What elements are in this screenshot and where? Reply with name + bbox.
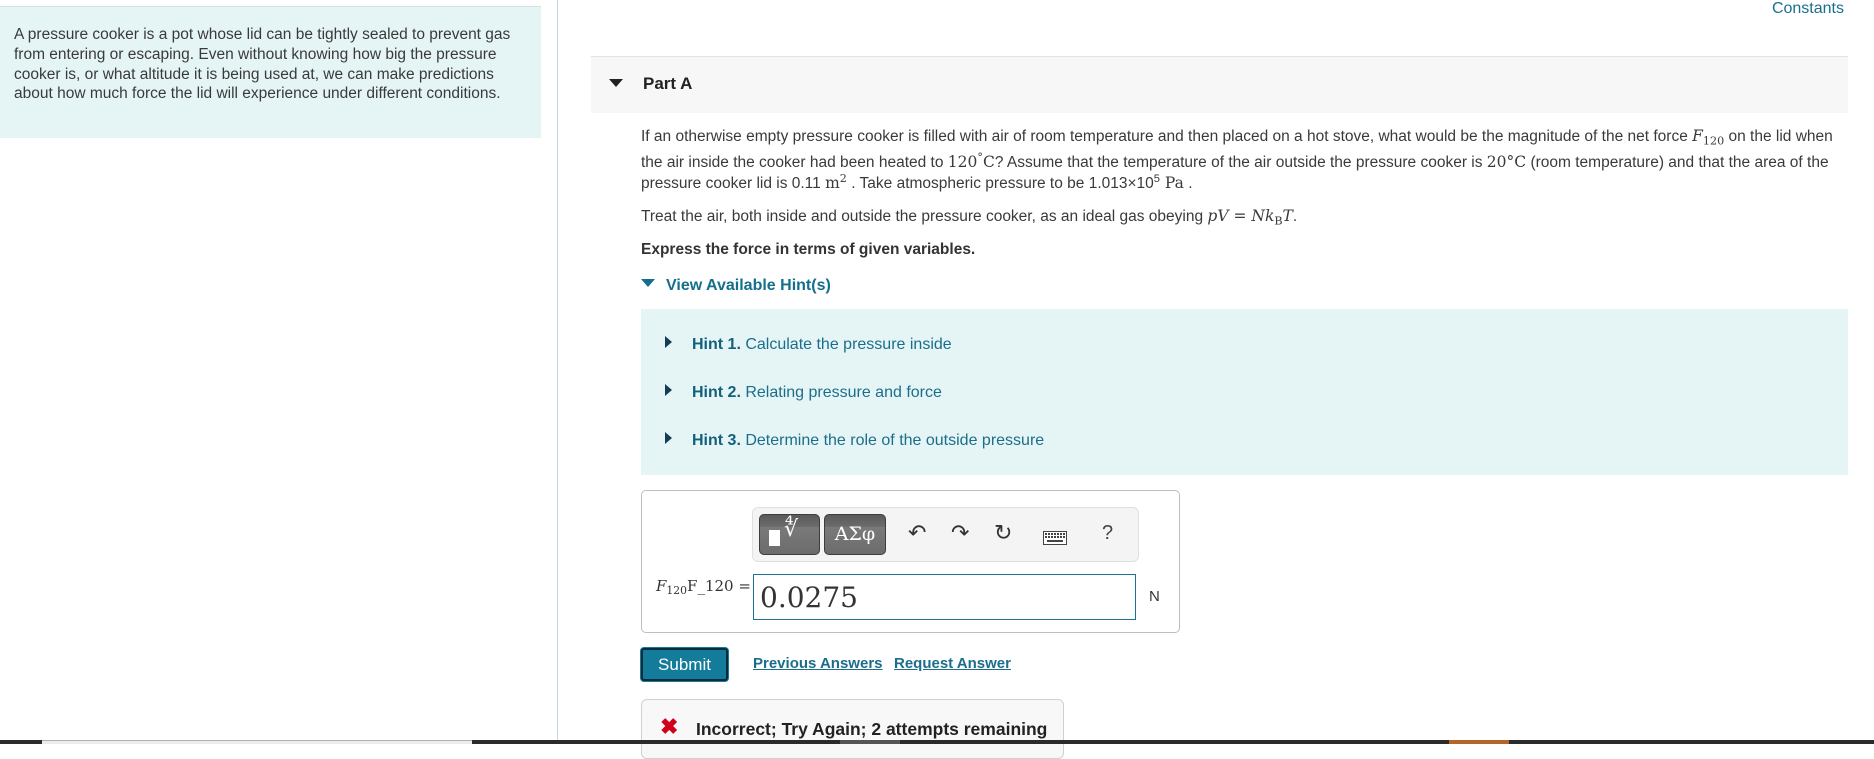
taskbar-segment <box>42 740 472 744</box>
help-button[interactable]: ? <box>1102 521 1113 545</box>
question-segment: . <box>1183 175 1193 193</box>
question-text: If an otherwise empty pressure cooker is… <box>641 126 1851 195</box>
templates-button[interactable]: ∜ <box>759 514 820 555</box>
templates-icon <box>769 530 780 546</box>
outside-temperature: 20°C <box>1486 152 1527 171</box>
hint-label: Hint 1. <box>692 336 741 353</box>
column-divider <box>557 0 558 740</box>
intro-panel: A pressure cooker is a pot whose lid can… <box>0 6 541 138</box>
view-hints-toggle[interactable]: View Available Hint(s) <box>641 277 831 295</box>
caret-right-icon <box>665 336 672 348</box>
unit-label: N <box>1149 588 1160 605</box>
taskbar-segment <box>1449 740 1509 744</box>
incorrect-x-icon: ✖ <box>660 714 679 739</box>
redo-icon[interactable]: ↷ <box>951 521 969 545</box>
force-symbol: F120 <box>1692 127 1725 148</box>
ideal-gas-equation: pV = NkBT <box>1207 207 1293 228</box>
feedback-message: Incorrect; Try Again; 2 attempts remaini… <box>696 719 1048 739</box>
answer-editor: ∜ ΑΣφ ↶ ↷ ↻ ? F120F_120 = N <box>641 490 1180 633</box>
collapse-triangle-icon[interactable] <box>609 79 623 87</box>
request-answer-link[interactable]: Request Answer <box>894 655 1011 672</box>
hint-item[interactable]: Hint 1. Calculate the pressure inside <box>665 336 952 354</box>
previous-answers-link[interactable]: Previous Answers <box>753 655 883 672</box>
instruction-text: Express the force in terms of given vari… <box>641 241 976 258</box>
expand-triangle-icon <box>641 279 655 287</box>
hint-title: Calculate the pressure inside <box>740 336 952 353</box>
answer-input[interactable] <box>753 574 1136 620</box>
submit-button[interactable]: Submit <box>641 648 728 681</box>
variable-label: F120F_120 = <box>656 577 751 598</box>
question-segment: ? Assume that the temperature of the air… <box>994 153 1487 171</box>
part-a-header[interactable]: Part A <box>591 56 1848 113</box>
taskbar-segment <box>840 740 900 744</box>
feedback-box: ✖ Incorrect; Try Again; 2 attempts remai… <box>641 699 1064 759</box>
hint-title: Relating pressure and force <box>740 384 942 401</box>
ideal-gas-segment: Treat the air, both inside and outside t… <box>641 208 1208 225</box>
hint-title: Determine the role of the outside pressu… <box>740 432 1045 449</box>
hints-panel: Hint 1. Calculate the pressure inside Hi… <box>641 309 1848 475</box>
undo-icon[interactable]: ↶ <box>908 521 926 545</box>
hint-label: Hint 3. <box>692 432 741 449</box>
hint-item[interactable]: Hint 2. Relating pressure and force <box>665 384 942 402</box>
radical-icon: ∜ <box>784 517 799 542</box>
part-title: Part A <box>643 74 693 93</box>
ideal-gas-segment: . <box>1292 208 1298 225</box>
area-unit: m2 <box>825 172 847 193</box>
question-segment: If an otherwise empty pressure cooker is… <box>641 128 1693 145</box>
greek-symbols-button[interactable]: ΑΣφ <box>824 514 886 555</box>
caret-right-icon <box>665 432 672 444</box>
hint-item[interactable]: Hint 3. Determine the role of the outsid… <box>665 432 1044 450</box>
ideal-gas-text: Treat the air, both inside and outside t… <box>641 206 1851 232</box>
reset-icon[interactable]: ↻ <box>994 521 1012 545</box>
intro-text: A pressure cooker is a pot whose lid can… <box>14 26 511 103</box>
hint-label: Hint 2. <box>692 384 741 401</box>
taskbar-strip <box>0 740 1874 744</box>
view-hints-label: View Available Hint(s) <box>666 277 831 294</box>
question-segment: . Take atmospheric pressure to be 1.013×… <box>846 175 1154 193</box>
math-toolbar: ∜ ΑΣφ ↶ ↷ ↻ ? <box>752 507 1139 562</box>
caret-right-icon <box>665 384 672 396</box>
constants-link[interactable]: Constants <box>1772 0 1844 18</box>
keyboard-icon[interactable] <box>1043 526 1067 550</box>
inside-temperature: 120°C <box>947 150 995 171</box>
pressure-unit: Pa <box>1160 174 1184 193</box>
